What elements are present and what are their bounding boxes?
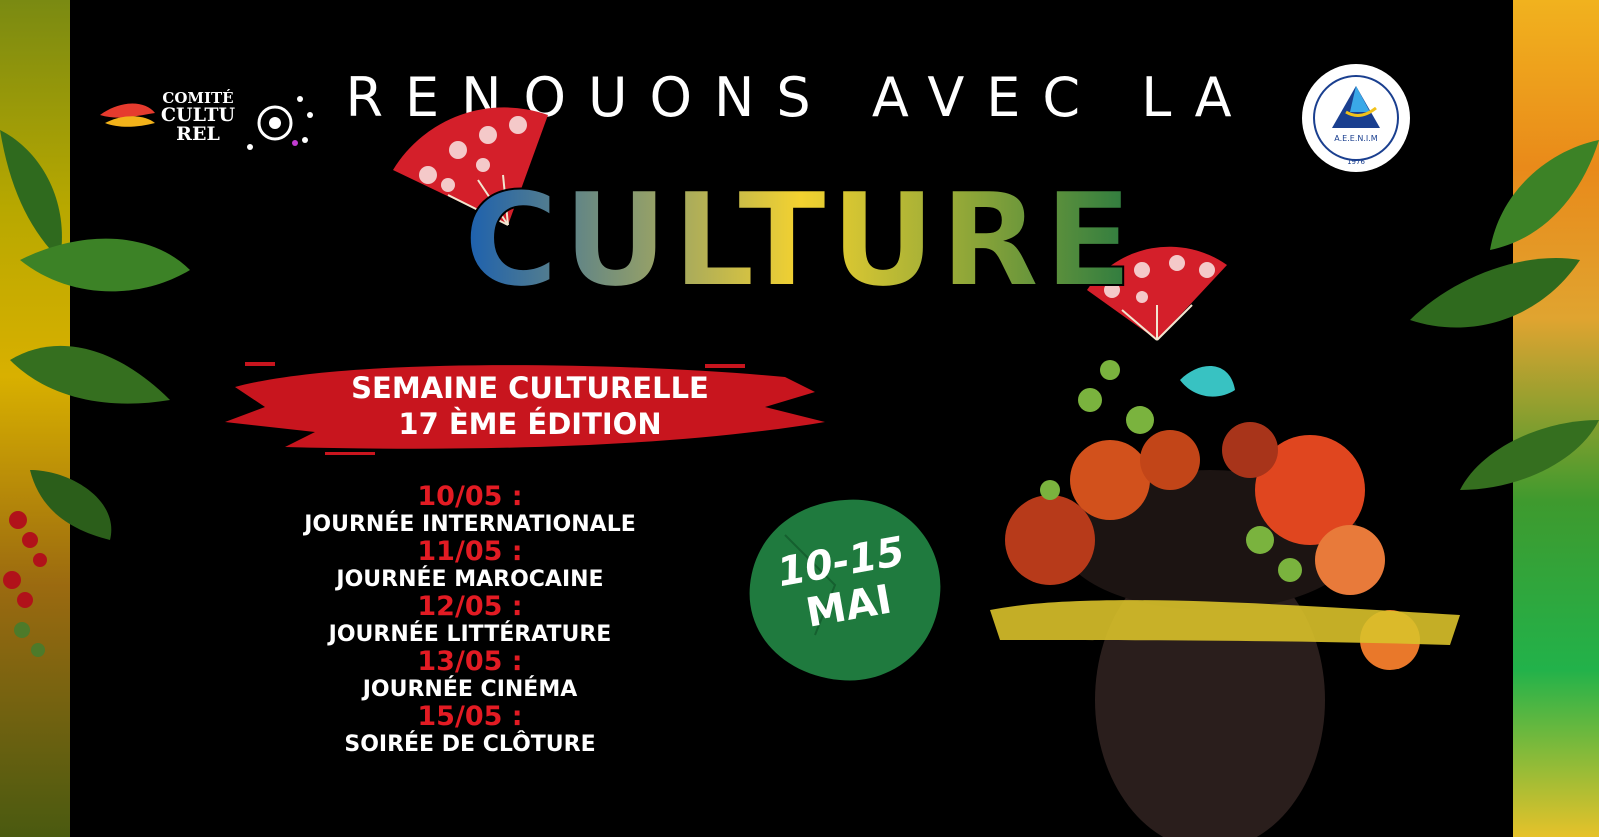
schedule-date: 11/05 : <box>417 536 523 567</box>
schedule-date: 12/05 : <box>417 591 523 622</box>
aeenim-name: A.E.E.N.I.M <box>1334 134 1378 143</box>
list-item: 10/05 : JOURNÉE INTERNATIONALE <box>270 483 670 538</box>
yellow-paint-stroke <box>990 600 1460 645</box>
culture-title: CULTURE <box>462 180 1136 300</box>
edition-line2: 17 ÈME ÉDITION <box>398 407 662 441</box>
edition-line1: SEMAINE CULTURELLE <box>351 371 709 405</box>
schedule-name: JOURNÉE LITTÉRATURE <box>328 622 612 647</box>
woman-with-flowers-illustration <box>990 360 1460 837</box>
event-poster: RENOUONS AVEC LA CULTURE SEMAINE CULTURE… <box>0 0 1599 837</box>
culture-text: CULTURE <box>463 180 1136 300</box>
schedule-name: JOURNÉE MAROCAINE <box>336 567 604 592</box>
aeenim-year: 1976 <box>1347 158 1365 166</box>
butterfly-icon <box>1180 366 1235 397</box>
comite-culturel-text: COMITÉ CULTU REL <box>138 90 258 144</box>
schedule-name: JOURNÉE INTERNATIONALE <box>304 512 636 537</box>
list-item: 11/05 : JOURNÉE MAROCAINE <box>270 538 670 593</box>
list-item: 13/05 : JOURNÉE CINÉMA <box>270 648 670 703</box>
schedule-date: 10/05 : <box>417 481 523 512</box>
schedule-date: 15/05 : <box>417 701 523 732</box>
aeenim-seal: A.E.E.N.I.M 1976 <box>1300 62 1412 174</box>
edition-title: SEMAINE CULTURELLE 17 ÈME ÉDITION <box>235 370 825 442</box>
schedule-name: SOIRÉE DE CLÔTURE <box>344 732 596 757</box>
schedule-date: 13/05 : <box>417 646 523 677</box>
schedule-name: JOURNÉE CINÉMA <box>362 677 578 702</box>
list-item: 12/05 : JOURNÉE LITTÉRATURE <box>270 593 670 648</box>
list-item: 15/05 : SOIRÉE DE CLÔTURE <box>270 703 670 758</box>
schedule-list: 10/05 : JOURNÉE INTERNATIONALE 11/05 : J… <box>270 483 670 758</box>
logo-line3: REL <box>176 123 220 145</box>
